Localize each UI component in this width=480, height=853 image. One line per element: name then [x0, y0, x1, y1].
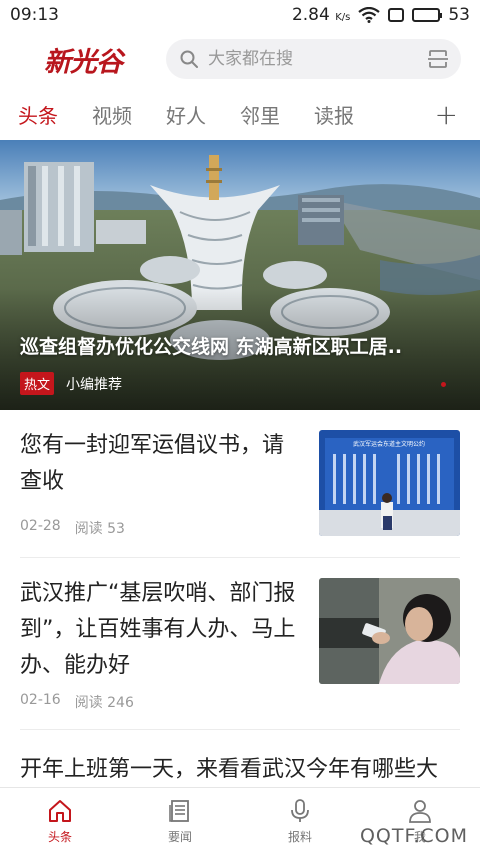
home-icon: [49, 800, 71, 822]
tab-video[interactable]: 视频: [92, 100, 132, 129]
search-bar[interactable]: [166, 39, 461, 79]
search-input[interactable]: [208, 49, 427, 69]
news-date: 02-16: [20, 692, 61, 708]
news-meta: 02-16 阅读 246: [20, 692, 134, 712]
tab-headlines[interactable]: 头条: [18, 100, 58, 129]
tab-read-paper[interactable]: 读报: [314, 100, 354, 129]
nav-label: 要闻: [167, 830, 192, 844]
sim-icon: [388, 8, 405, 22]
news-meta: 02-28 阅读 53: [20, 518, 125, 538]
featured-banner[interactable]: 巡查组督办优化公交线网 东湖高新区职工居.. 热文 小编推荐: [0, 140, 480, 410]
nav-news[interactable]: 要闻: [120, 788, 240, 853]
add-channel-button[interactable]: +: [435, 98, 458, 131]
news-title[interactable]: 武汉推广“基层吹哨、部门报到”，让百姓事有人办、马上办、能办好: [20, 576, 300, 684]
app-logo[interactable]: 新光谷: [44, 40, 123, 79]
banner-pager: [441, 382, 446, 387]
status-time: 09:13: [10, 5, 59, 25]
thumbnail-pledge-board: 武汉军运会东道主文明公约: [319, 430, 460, 536]
news-title[interactable]: 开年上班第一天，来看看武汉今年有哪些大: [20, 752, 460, 788]
news-item[interactable]: 您有一封迎军运倡议书，请查收 02-28 阅读 53 武汉军运会东道主文明公约: [20, 410, 460, 558]
app-header: 新光谷: [0, 30, 480, 88]
banner-meta: 热文 小编推荐: [20, 372, 122, 395]
news-icon: [169, 800, 189, 822]
network-speed: 2.84 K/s: [291, 5, 351, 25]
tab-neighborhood[interactable]: 邻里: [240, 100, 280, 129]
news-date: 02-28: [20, 518, 61, 534]
news-read-count: 阅读 53: [74, 521, 125, 537]
nav-report[interactable]: 报料: [240, 788, 360, 853]
news-item[interactable]: 武汉推广“基层吹哨、部门报到”，让百姓事有人办、马上办、能办好 02-16 阅读…: [20, 558, 460, 730]
nav-label: 报料: [287, 830, 312, 844]
hot-tag-badge: 热文: [20, 372, 55, 395]
battery-icon: [412, 8, 443, 22]
tab-good-people[interactable]: 好人: [166, 100, 206, 129]
search-icon: [180, 50, 198, 68]
user-icon: [409, 800, 431, 823]
status-indicators: 2.84 K/s 53: [292, 5, 470, 25]
scan-icon[interactable]: [427, 48, 449, 70]
news-read-count: 阅读 246: [74, 695, 134, 711]
news-title[interactable]: 您有一封迎军运倡议书，请查收: [20, 428, 300, 500]
banner-source: 小编推荐: [66, 376, 123, 393]
thumbnail-woman-with-phone: [319, 578, 460, 684]
battery-percent: 53: [448, 5, 470, 25]
banner-title[interactable]: 巡查组督办优化公交线网 东湖高新区职工居..: [20, 332, 402, 359]
nav-label: 头条: [47, 830, 72, 844]
banner-image: [0, 140, 480, 410]
wifi-icon: [358, 7, 381, 23]
news-thumbnail[interactable]: [319, 578, 460, 684]
news-thumbnail[interactable]: 武汉军运会东道主文明公约: [319, 430, 460, 536]
site-watermark: QQTF.COM: [359, 825, 468, 847]
status-bar: 09:13 2.84 K/s 53: [0, 0, 480, 30]
channel-tabs: 头条 视频 好人 邻里 读报 +: [0, 88, 480, 140]
pager-dot-active: [441, 382, 446, 387]
microphone-icon: [291, 799, 309, 822]
app-screen: 09:13 2.84 K/s 53 新光谷 大家都在搜 头条 视频 好人 邻里 …: [0, 0, 480, 853]
nav-headlines[interactable]: 头条: [0, 788, 120, 853]
thumbnail-caption: 武汉军运会东道主文明公约: [353, 440, 425, 448]
news-item[interactable]: 开年上班第一天，来看看武汉今年有哪些大: [20, 730, 460, 790]
